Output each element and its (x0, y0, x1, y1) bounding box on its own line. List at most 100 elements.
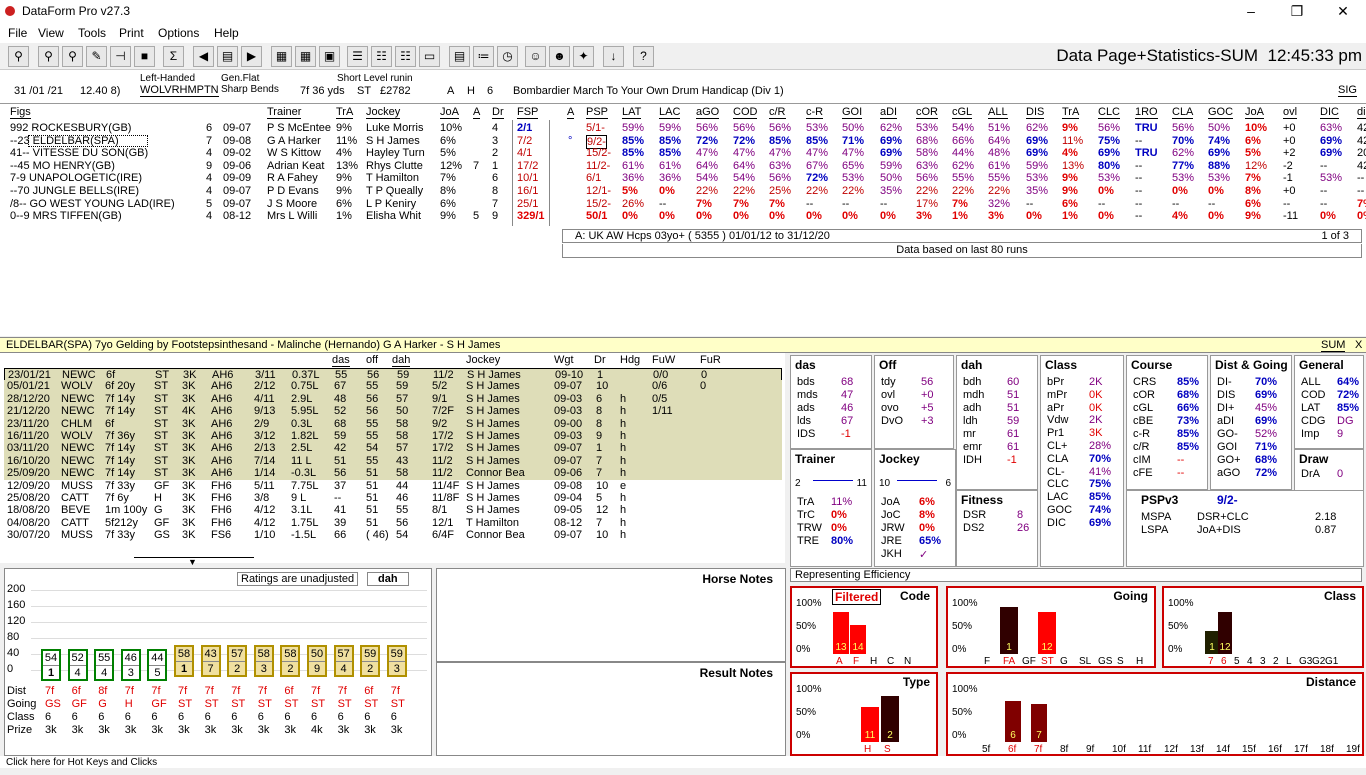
rating-box[interactable]: 44 5 (147, 649, 168, 681)
rating-box[interactable]: 58 1 (174, 645, 194, 677)
maximize-button[interactable]: ❐ (1274, 1, 1320, 21)
menu-file[interactable]: File (8, 26, 27, 40)
play-icon[interactable]: ▶ (241, 46, 262, 67)
zoom-out-icon[interactable]: ⚲ (62, 46, 83, 67)
col-header[interactable]: cOR (916, 106, 938, 119)
form-row[interactable]: 21/12/20 NEWC 7f 14y ST 4K AH6 9/13 5.95L 52 56 50… (4, 405, 782, 419)
efficiency-bar[interactable]: 6 (1005, 701, 1021, 742)
col-header[interactable]: Figs (10, 106, 31, 119)
close-detail-button[interactable]: X (1355, 339, 1362, 351)
efficiency-bar[interactable]: 2 (881, 696, 899, 742)
menu-view[interactable]: View (38, 26, 64, 40)
stop-icon[interactable]: ■ (134, 46, 155, 67)
minimize-button[interactable]: – (1228, 1, 1274, 21)
menu-tools[interactable]: Tools (78, 26, 106, 40)
bullet-list-icon[interactable]: ≔ (473, 46, 494, 67)
col-header[interactable]: TrA (336, 106, 354, 119)
expand-arrow-icon[interactable]: ▼ (188, 557, 197, 567)
col-header[interactable]: LAC (659, 106, 681, 119)
sum-button[interactable]: SUM (1321, 339, 1346, 352)
efficiency-bar[interactable]: 11 (861, 707, 879, 742)
card-icon[interactable]: ▭ (419, 46, 440, 67)
col-header[interactable]: c/R (769, 106, 786, 119)
close-button[interactable]: ✕ (1320, 1, 1366, 21)
table-icon[interactable]: ▦ (295, 46, 316, 67)
rating-box[interactable]: 59 3 (386, 645, 407, 677)
lightbulb-icon[interactable]: ✦ (573, 46, 594, 67)
sig-button[interactable]: SIG (1338, 84, 1357, 97)
form-row[interactable]: 30/07/20 MUSS 7f 33y GS 3K FS6 1/10 -1.5L 66 ( 46… (4, 529, 782, 542)
menu-print[interactable]: Print (119, 26, 144, 40)
col-header[interactable]: TrA (1062, 106, 1080, 119)
col-header[interactable]: cGL (952, 106, 973, 119)
col-header[interactable]: ovl (1283, 106, 1298, 119)
rating-box[interactable]: 46 3 (120, 649, 141, 681)
col-header[interactable]: GOI (842, 106, 863, 119)
user-icon[interactable]: ☺ (525, 46, 546, 67)
runner-row[interactable]: 7-9 UNAPOLOGETIC(IRE) 4 09-09 R A Fahey 9% T … (0, 172, 1366, 185)
col-header[interactable]: DIS (1026, 106, 1045, 119)
timer-icon[interactable]: ◷ (497, 46, 518, 67)
col-header[interactable]: CLC (1098, 106, 1121, 119)
tool-icon[interactable]: ✎ (86, 46, 107, 67)
col-header[interactable]: LAT (622, 106, 642, 119)
users-icon[interactable]: ☻ (549, 46, 570, 67)
runner-row[interactable]: --70 JUNGLE BELLS(IRE) 4 09-07 P D Evans 9% T… (0, 185, 1366, 198)
rating-box[interactable]: 50 9 (307, 645, 327, 677)
form-row[interactable]: 25/08/20 CATT 7f 6y H 3K FH6 3/8 9 L -- 51 46 11/8F… (4, 492, 782, 505)
course-name[interactable]: WOLVRHMPTN (140, 84, 219, 97)
col-header[interactable]: PSP (586, 106, 609, 119)
col-header[interactable]: 1RO (1135, 106, 1158, 119)
form-row[interactable]: 23/11/20 CHLM 6f ST 3K AH6 2/9 0.3L 68 55 58 9/2 S H… (4, 417, 782, 431)
col-header[interactable]: A (473, 106, 481, 119)
rows-icon[interactable]: ☷ (371, 46, 392, 67)
runner-row[interactable]: 992 ROCKESBURY(GB) 6 09-07 P S McEntee 9% Luk… (0, 122, 1366, 135)
col-header[interactable]: Trainer (267, 106, 302, 119)
col-das[interactable]: das (332, 354, 350, 367)
form-row[interactable]: 23/01/21 NEWC 6f ST 3K AH6 3/11 0.37L 55 56 59 11/2… (4, 368, 782, 381)
runner-row[interactable]: --45 MO HENRY(GB) 9 09-06 Adrian Keat 13% Rhy… (0, 160, 1366, 173)
rating-box[interactable]: 54 1 (41, 649, 61, 681)
rating-box[interactable]: 57 2 (227, 645, 248, 677)
col-header[interactable]: di (1357, 106, 1366, 119)
open-folder-icon[interactable]: ▤ (217, 46, 238, 67)
runner-row[interactable]: /8-- GO WEST YOUNG LAD(IRE) 5 09-07 J S Moo… (0, 198, 1366, 211)
col-header[interactable]: CLA (1172, 106, 1194, 119)
rating-box[interactable]: 43 7 (200, 645, 221, 677)
result-notes-panel[interactable]: Result Notes (436, 662, 786, 756)
form-row[interactable]: 05/01/21 WOLV 6f 20y ST 3K AH6 2/12 0.75L 67 55 59… (4, 380, 782, 394)
col-header[interactable]: GOC (1208, 106, 1234, 119)
col-header[interactable]: ALL (988, 106, 1008, 119)
zoom-icon[interactable]: ⚲ (38, 46, 59, 67)
rating-box[interactable]: 55 4 (94, 649, 115, 681)
col-header[interactable]: c-R (806, 106, 824, 119)
col-header[interactable]: aGO (696, 106, 720, 119)
col-header[interactable]: Jockey (366, 106, 401, 119)
rating-type-button[interactable]: dah (367, 572, 409, 586)
form-row[interactable]: 16/10/20 NEWC 7f 14y ST 3K AH6 7/14 11 L 51 55 43 1… (4, 454, 782, 468)
grid-icon[interactable]: ▦ (271, 46, 292, 67)
binoculars-icon[interactable]: ⚲ (8, 46, 29, 67)
down-arrow-icon[interactable]: ↓ (603, 46, 624, 67)
back-icon[interactable]: ◀ (193, 46, 214, 67)
efficiency-bar[interactable]: 7 (1031, 704, 1047, 742)
runner-row[interactable]: --23 ELDELBAR(SPA) 7 09-08 G A Harker 11% S H… (0, 134, 1366, 149)
rating-box[interactable]: 58 2 (280, 645, 301, 677)
image-icon[interactable]: ▣ (319, 46, 340, 67)
efficiency-bar[interactable]: 12 (1038, 612, 1056, 654)
columns-icon[interactable]: ☷ (395, 46, 416, 67)
form-row[interactable]: 16/11/20 WOLV 7f 36y ST 3K AH6 3/12 1.82L 59 55 58… (4, 430, 782, 443)
efficiency-bar[interactable]: 12 (1218, 612, 1232, 654)
filtered-toggle[interactable]: Filtered (832, 589, 882, 605)
rating-box[interactable]: 59 2 (360, 645, 381, 677)
form-row[interactable]: 12/09/20 MUSS 7f 33y GF 3K FH6 5/11 7.75L 37 51 44… (4, 480, 782, 493)
list-icon[interactable]: ☰ (347, 46, 368, 67)
col-header[interactable]: A (567, 106, 575, 119)
efficiency-bar[interactable]: 14 (850, 625, 866, 654)
horse-notes-panel[interactable]: Horse Notes (436, 568, 786, 662)
efficiency-bar[interactable]: 1 (1000, 607, 1018, 654)
form-row[interactable]: 04/08/20 CATT 5f212y GF 3K FH6 4/12 1.75L 39 51 56… (4, 517, 782, 530)
stats-filter-box[interactable]: A: UK AW Hcps 03yo+ ( 5355 ) 01/01/12 to… (562, 229, 1362, 243)
help-icon[interactable]: ? (633, 46, 654, 67)
col-header[interactable]: aDI (880, 106, 898, 119)
